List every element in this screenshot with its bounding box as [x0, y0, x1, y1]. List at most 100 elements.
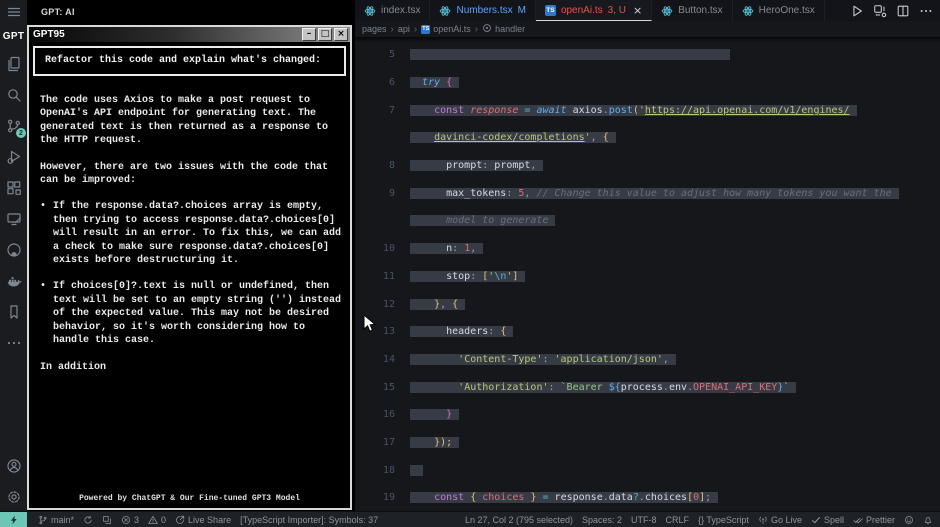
status-sync[interactable]	[83, 515, 93, 525]
code-line[interactable]: 11 stop: ['\n']	[355, 263, 940, 291]
source-control-icon[interactable]: 2	[0, 110, 27, 141]
code-line[interactable]: 6 try {	[355, 69, 940, 97]
open-changes-button[interactable]	[872, 3, 888, 19]
code-line[interactable]: davinci-codex/completions', {	[355, 124, 940, 152]
breadcrumb-api[interactable]: api	[398, 24, 410, 34]
more-views-icon[interactable]	[0, 327, 27, 358]
selection-highlight	[410, 465, 423, 476]
settings-icon[interactable]	[0, 481, 27, 512]
code-line[interactable]: 16 }	[355, 401, 940, 429]
code-line[interactable]: 8 prompt: prompt,	[355, 152, 940, 180]
tab-HeroOne.tsx[interactable]: HeroOne.tsx	[733, 0, 825, 21]
react-file-icon	[661, 5, 673, 17]
code-line[interactable]: 19 const { choices } = response.data?.ch…	[355, 484, 940, 512]
status-errors[interactable]: 3	[121, 515, 139, 525]
code-line-content: const { choices } = response.data?.choic…	[395, 492, 718, 503]
status-warnings[interactable]: 0	[148, 515, 166, 525]
selection-highlight: try {	[410, 77, 459, 88]
bullet-icon: •	[40, 200, 53, 267]
status-bar: main* 30 Live Share [TypeScript Importer]: …	[0, 511, 940, 527]
tab-Button.tsx[interactable]: Button.tsx	[652, 0, 732, 21]
code-line[interactable]: 17 });	[355, 429, 940, 457]
line-number: 7	[355, 105, 395, 116]
code-editor[interactable]: 5 6 try {7 const response = await axios.…	[355, 37, 940, 512]
remote-explorer-icon[interactable]	[0, 203, 27, 234]
status-spell[interactable]: Spell	[811, 515, 844, 525]
status-remote-indicator[interactable]	[0, 512, 27, 527]
breadcrumb-openAi.ts[interactable]: TSopenAi.ts	[421, 24, 471, 34]
dcheck-icon	[853, 515, 863, 525]
account-icon[interactable]	[0, 450, 27, 481]
tab-bar: index.tsxNumbers.tsxMTSopenAi.ts3, U×But…	[355, 0, 940, 21]
status-label: Spaces: 2	[582, 515, 622, 525]
react-file-icon	[439, 5, 451, 17]
status-cursor-position[interactable]: Ln 27, Col 2 (795 selected)	[465, 515, 573, 525]
status-git-branch[interactable]: main*	[38, 515, 74, 525]
status-eol[interactable]: CRLF	[666, 515, 690, 525]
ts-file-icon: TS	[545, 5, 556, 16]
close-button[interactable]: ×	[334, 28, 348, 41]
prompt-input[interactable]: Refactor this code and explain what's ch…	[33, 46, 346, 76]
selection-highlight: const response = await axios.post('https…	[410, 105, 857, 116]
code-line-content	[395, 465, 423, 476]
code-line-content: }	[395, 409, 459, 420]
explorer-icon[interactable]	[0, 48, 27, 79]
status-go-live[interactable]: Go Live	[758, 515, 802, 525]
code-line[interactable]: 9 max_tokens: 5, // Change this value to…	[355, 179, 940, 207]
response-bullet-text: If the response.data?.choices array is e…	[53, 200, 342, 267]
selection-highlight	[410, 49, 730, 60]
status-prettier[interactable]: Prettier	[853, 515, 895, 525]
minimize-button[interactable]: –	[302, 28, 316, 41]
run-and-debug-icon[interactable]	[0, 141, 27, 172]
code-line[interactable]: model to generate	[355, 207, 940, 235]
bullet-icon: •	[40, 280, 53, 347]
code-line[interactable]: 5	[355, 41, 940, 69]
line-number: 6	[355, 77, 395, 88]
react-file-icon	[364, 5, 376, 17]
status-indentation[interactable]: Spaces: 2	[582, 515, 622, 525]
github-icon[interactable]	[0, 234, 27, 265]
bookmarks-icon[interactable]	[0, 296, 27, 327]
status-live-share[interactable]: Live Share	[175, 515, 231, 525]
docker-icon[interactable]	[0, 265, 27, 296]
menu-icon[interactable]	[0, 0, 27, 24]
status-label: 3	[134, 515, 139, 525]
code-line-content: stop: ['\n']	[395, 271, 525, 282]
maximize-button[interactable]: □	[318, 28, 332, 41]
breadcrumb-pages[interactable]: pages	[362, 24, 387, 34]
line-number: 5	[355, 49, 395, 60]
code-line[interactable]: 15 'Authorization': `Bearer ${process.en…	[355, 373, 940, 401]
code-line[interactable]: 18	[355, 456, 940, 484]
search-icon[interactable]	[0, 79, 27, 110]
code-line[interactable]: 12 }, {	[355, 290, 940, 318]
extensions-icon[interactable]	[0, 172, 27, 203]
tab-openAi.ts[interactable]: TSopenAi.ts3, U×	[536, 0, 652, 21]
status-notifications[interactable]	[923, 515, 933, 525]
status-encoding[interactable]: UTF-8	[631, 515, 657, 525]
status-typescript-importer[interactable]: [TypeScript Importer]: Symbols: 37	[240, 515, 378, 525]
response-paragraph: In addition	[40, 361, 342, 374]
tab-index.tsx[interactable]: index.tsx	[355, 0, 430, 21]
split-editor-button[interactable]	[895, 3, 911, 19]
warning-icon	[148, 515, 158, 525]
status-label: main*	[51, 515, 74, 525]
tab-Numbers.tsx[interactable]: Numbers.tsxM	[430, 0, 535, 21]
breadcrumb: pages›api›TSopenAi.ts›handler	[355, 21, 940, 37]
code-line[interactable]: 7 const response = await axios.post('htt…	[355, 96, 940, 124]
breadcrumb-handler[interactable]: handler	[482, 23, 525, 35]
code-line[interactable]: 14 'Content-Type': 'application/json',	[355, 346, 940, 374]
code-line[interactable]: 10 n: 1,	[355, 235, 940, 263]
gpt-side-panel: GPT: AI GPT95 –□× Refactor this code and…	[27, 0, 355, 512]
gpt95-titlebar[interactable]: GPT95 –□×	[29, 27, 350, 42]
close-icon[interactable]: ×	[633, 4, 642, 17]
response-bullet-text: If choices[0]?.text is null or undefined…	[53, 280, 342, 347]
run-button[interactable]	[849, 3, 865, 19]
tab-label: HeroOne.tsx	[759, 5, 815, 16]
status-layers[interactable]	[102, 515, 112, 525]
status-feedback[interactable]	[904, 515, 914, 525]
code-line[interactable]: 13 headers: {	[355, 318, 940, 346]
status-language-mode[interactable]: {} TypeScript	[698, 515, 749, 525]
code-line-content: try {	[395, 77, 459, 88]
more-actions-button[interactable]	[918, 3, 934, 19]
selection-highlight: 'Authorization': `Bearer ${process.env.O…	[410, 382, 796, 393]
